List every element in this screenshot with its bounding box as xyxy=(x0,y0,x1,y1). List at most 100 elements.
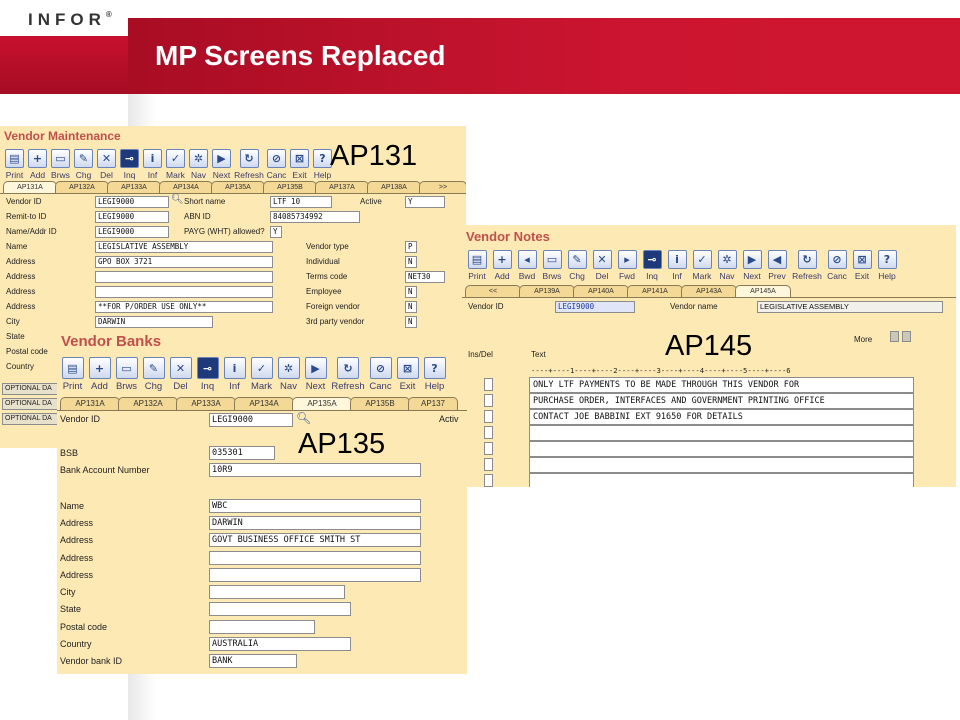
name-field[interactable]: LEGISLATIVE ASSEMBLY xyxy=(95,241,273,253)
add-button[interactable]: + Add xyxy=(88,357,111,392)
insdel-checkbox[interactable] xyxy=(484,410,493,423)
info-button[interactable]: i Inf xyxy=(142,149,163,180)
city-field[interactable] xyxy=(209,585,345,599)
browse-button[interactable]: ▭ Brws xyxy=(50,149,71,180)
vendor-id-field[interactable]: LEGI9000 xyxy=(555,301,635,313)
tab-ap137[interactable]: AP137 xyxy=(408,397,458,410)
bsb-field[interactable]: 035301 xyxy=(209,446,275,460)
mark-button[interactable]: ✓ Mark xyxy=(691,250,713,281)
active-field[interactable]: Y xyxy=(405,196,445,208)
backward-button[interactable]: ◂ Bwd xyxy=(516,250,538,281)
tab-ap135b[interactable]: AP135B xyxy=(263,181,317,193)
search-icon[interactable]: 🔍︎ xyxy=(171,194,184,205)
tab-scroll-left[interactable]: << xyxy=(465,285,521,297)
mark-button[interactable]: ✓ Mark xyxy=(250,357,273,392)
inquire-button[interactable]: ⊸ Inq xyxy=(641,250,663,281)
nav-button[interactable]: ✲ Nav xyxy=(188,149,209,180)
help-button[interactable]: ? Help xyxy=(423,357,446,392)
tab-ap135a[interactable]: AP135A xyxy=(292,397,352,410)
cancel-button[interactable]: ⊘ Canc xyxy=(369,357,392,392)
refresh-button[interactable]: ↻ Refresh xyxy=(791,250,823,281)
employee-field[interactable]: N xyxy=(405,286,417,298)
change-button[interactable]: ✎ Chg xyxy=(73,149,94,180)
exit-button[interactable]: ⊠ Exit xyxy=(289,149,310,180)
address3-field[interactable] xyxy=(95,286,273,298)
add-button[interactable]: + Add xyxy=(27,149,48,180)
change-button[interactable]: ✎ Chg xyxy=(566,250,588,281)
tab-ap141a[interactable]: AP141A xyxy=(627,285,683,297)
address4-field[interactable]: **FOR P/ORDER USE ONLY** xyxy=(95,301,273,313)
browse-button[interactable]: ▭ Brws xyxy=(541,250,563,281)
tab-ap138a[interactable]: AP138A xyxy=(367,181,421,193)
note-line[interactable] xyxy=(529,425,914,441)
exit-button[interactable]: ⊠ Exit xyxy=(396,357,419,392)
more-down-button[interactable] xyxy=(902,331,911,342)
add-button[interactable]: + Add xyxy=(491,250,513,281)
info-button[interactable]: i Inf xyxy=(223,357,246,392)
tab-ap143a[interactable]: AP143A xyxy=(681,285,737,297)
mark-button[interactable]: ✓ Mark xyxy=(165,149,186,180)
name-field[interactable]: WBC xyxy=(209,499,421,513)
exit-button[interactable]: ⊠ Exit xyxy=(851,250,873,281)
note-line[interactable]: CONTACT JOE BABBINI EXT 91650 FOR DETAIL… xyxy=(529,409,914,425)
short-name-field[interactable]: LTF 10 xyxy=(270,196,332,208)
cancel-button[interactable]: ⊘ Canc xyxy=(266,149,287,180)
individual-field[interactable]: N xyxy=(405,256,417,268)
tab-ap132a[interactable]: AP132A xyxy=(118,397,178,410)
postal-field[interactable] xyxy=(209,620,315,634)
nameaddr-field[interactable]: LEGI9000 xyxy=(95,226,169,238)
delete-button[interactable]: ✕ Del xyxy=(591,250,613,281)
tab-ap131a[interactable]: AP131A xyxy=(60,397,120,410)
tab-ap140a[interactable]: AP140A xyxy=(573,285,629,297)
optional-data-row-3[interactable]: OPTIONAL DA xyxy=(2,413,58,425)
next-button[interactable]: ▶ Next xyxy=(211,149,232,180)
note-line[interactable]: ONLY LTF PAYMENTS TO BE MADE THROUGH THI… xyxy=(529,377,914,393)
address3-field[interactable] xyxy=(209,551,421,565)
info-button[interactable]: i Inf xyxy=(666,250,688,281)
bank-account-field[interactable]: 10R9 xyxy=(209,463,421,477)
payg-field[interactable]: Y xyxy=(270,226,282,238)
cancel-button[interactable]: ⊘ Canc xyxy=(826,250,848,281)
nav-button[interactable]: ✲ Nav xyxy=(716,250,738,281)
foreign-field[interactable]: N xyxy=(405,301,417,313)
tab-ap133a[interactable]: AP133A xyxy=(107,181,161,193)
insdel-checkbox[interactable] xyxy=(484,378,493,391)
note-line[interactable] xyxy=(529,457,914,473)
insdel-checkbox[interactable] xyxy=(484,474,493,487)
note-line[interactable] xyxy=(529,441,914,457)
browse-button[interactable]: ▭ Brws xyxy=(115,357,138,392)
address1-field[interactable]: DARWIN xyxy=(209,516,421,530)
tab-ap134a[interactable]: AP134A xyxy=(234,397,294,410)
next-button[interactable]: ▶ Next xyxy=(304,357,327,392)
optional-data-row-1[interactable]: OPTIONAL DA xyxy=(2,383,58,395)
tab-ap132a[interactable]: AP132A xyxy=(55,181,109,193)
address2-field[interactable] xyxy=(95,271,273,283)
insdel-checkbox[interactable] xyxy=(484,458,493,471)
address1-field[interactable]: GPO BOX 3721 xyxy=(95,256,273,268)
inquire-button[interactable]: ⊸ Inq xyxy=(196,357,219,392)
refresh-button[interactable]: ↻ Refresh xyxy=(331,357,365,392)
print-button[interactable]: ▤ Print xyxy=(466,250,488,281)
refresh-button[interactable]: ↻ Refresh xyxy=(234,149,264,180)
insdel-checkbox[interactable] xyxy=(484,394,493,407)
help-button[interactable]: ? Help xyxy=(876,250,898,281)
vendor-type-field[interactable]: P xyxy=(405,241,417,253)
address4-field[interactable] xyxy=(209,568,421,582)
insdel-checkbox[interactable] xyxy=(484,426,493,439)
tab-ap133a[interactable]: AP133A xyxy=(176,397,236,410)
tab-more[interactable]: >> xyxy=(419,181,466,193)
change-button[interactable]: ✎ Chg xyxy=(142,357,165,392)
third-party-field[interactable]: N xyxy=(405,316,417,328)
vendor-id-field[interactable]: LEGI9000 xyxy=(209,413,293,427)
delete-button[interactable]: ✕ Del xyxy=(169,357,192,392)
insdel-checkbox[interactable] xyxy=(484,442,493,455)
prev-button[interactable]: ◀ Prev xyxy=(766,250,788,281)
tab-ap134a[interactable]: AP134A xyxy=(159,181,213,193)
tab-ap137a[interactable]: AP137A xyxy=(315,181,369,193)
tab-ap145a[interactable]: AP145A xyxy=(735,285,791,297)
address2-field[interactable]: GOVT BUSINESS OFFICE SMITH ST xyxy=(209,533,421,547)
terms-field[interactable]: NET30 xyxy=(405,271,445,283)
more-up-button[interactable] xyxy=(890,331,899,342)
vendor-id-field[interactable]: LEGI9000 xyxy=(95,196,169,208)
remit-field[interactable]: LEGI9000 xyxy=(95,211,169,223)
